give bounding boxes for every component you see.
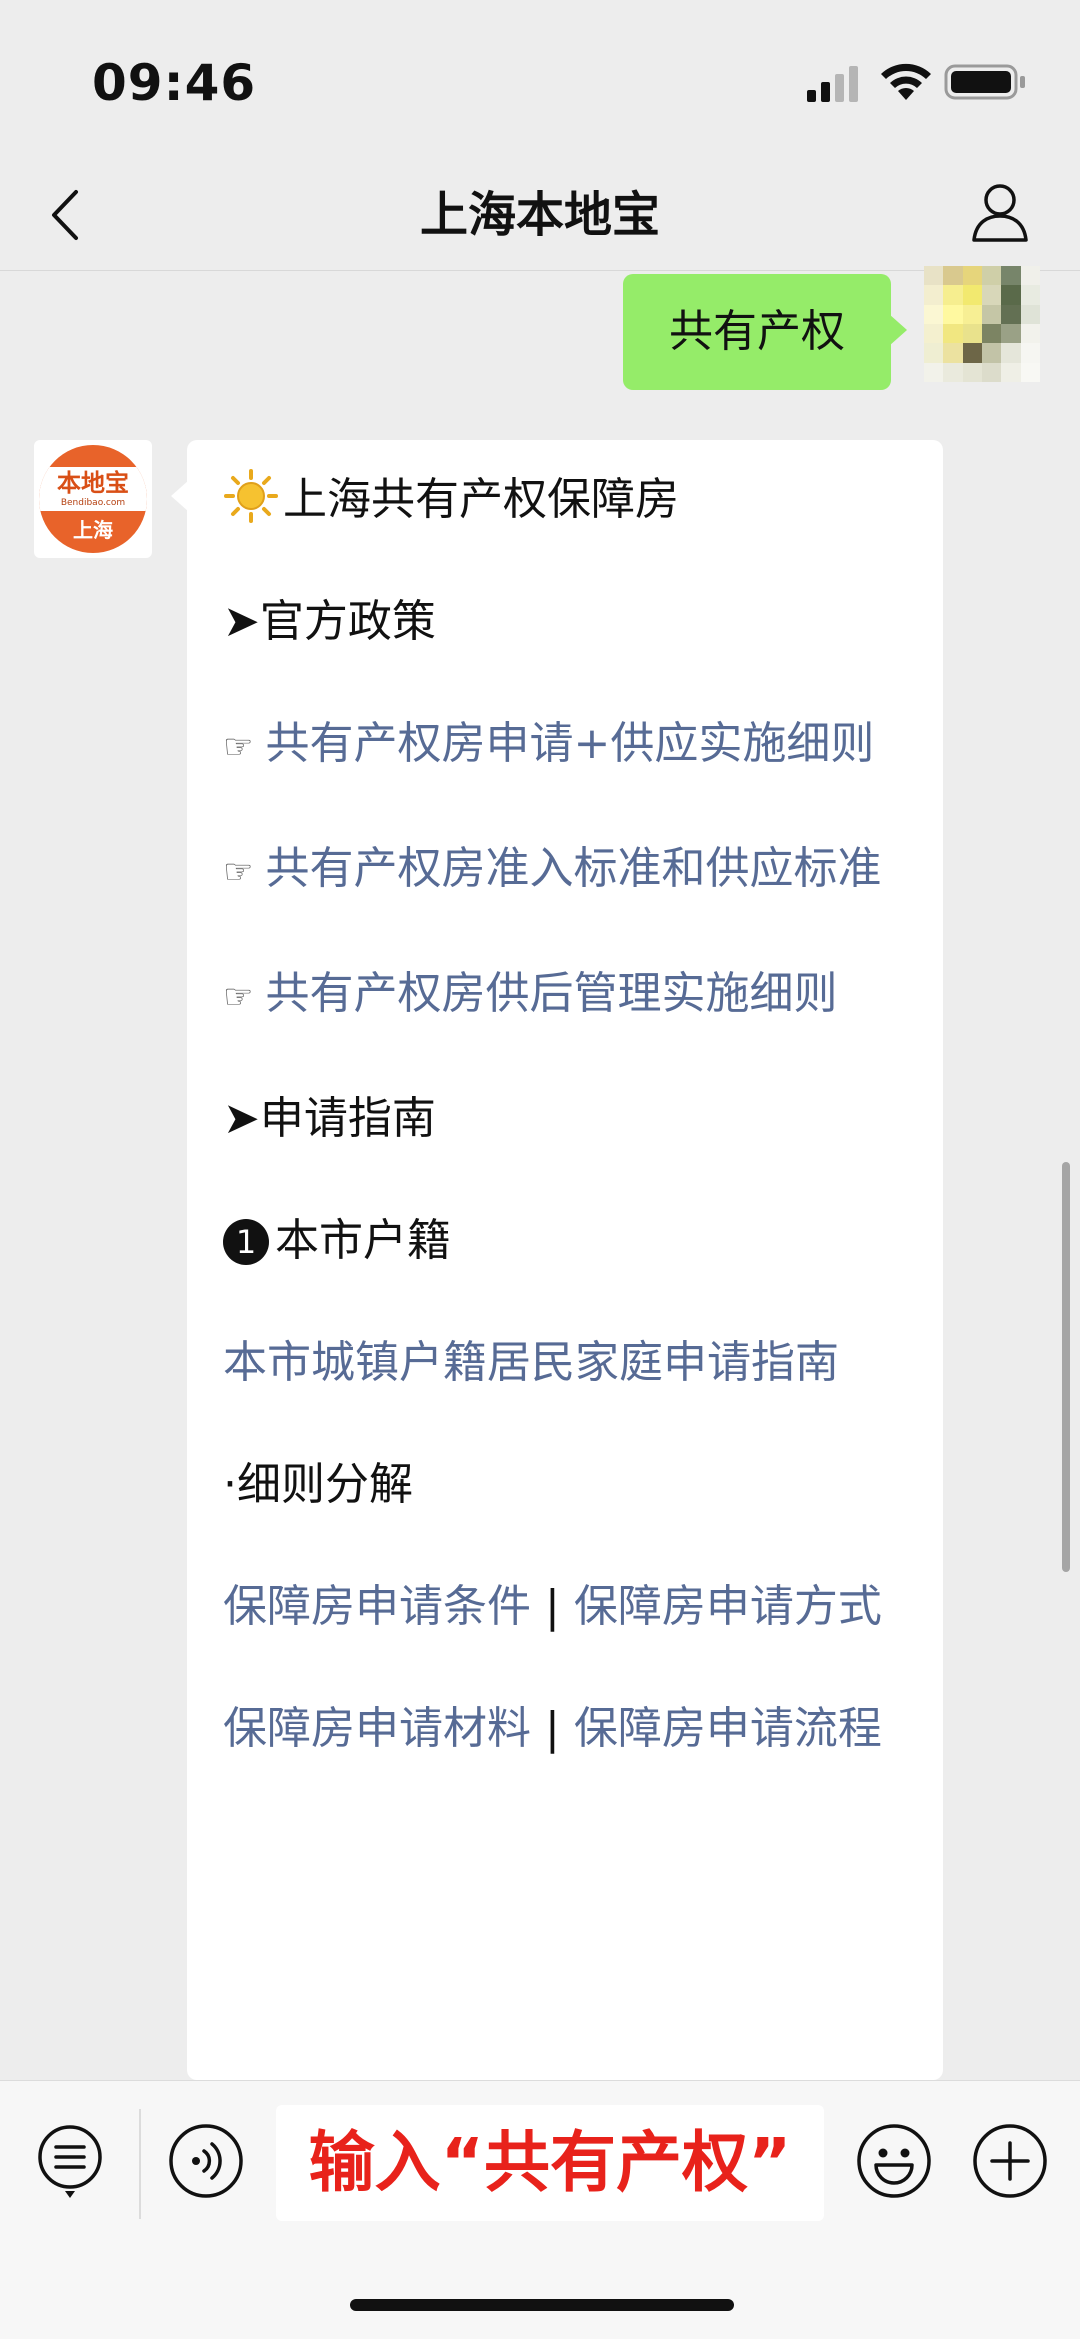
plus-icon[interactable] (972, 2123, 1048, 2199)
section-heading-policy: ➤官方政策 (223, 592, 913, 652)
link-text[interactable]: 本市城镇户籍居民家庭申请指南 (223, 1337, 839, 1388)
subheading-local-hukou: 1 本市户籍 (223, 1211, 913, 1271)
nav-bar: 上海本地宝 (0, 170, 1080, 271)
link-text[interactable]: 共有产权房申请+供应实施细则 (265, 718, 874, 769)
message-input[interactable] (276, 2105, 824, 2221)
link-text[interactable]: 共有产权房准入标准和供应标准 (265, 843, 881, 894)
links-row-2: 保障房申请材料 | 保障房申请流程 (223, 1699, 913, 1759)
status-bar: 09:46 (0, 0, 1080, 170)
subheading-text: 本市户籍 (275, 1215, 451, 1266)
sent-message-bubble[interactable]: 共有产权 (623, 274, 907, 390)
link-text[interactable]: 共有产权房供后管理实施细则 (265, 968, 837, 1019)
links-row-1: 保障房申请条件 | 保障房申请方式 (223, 1577, 913, 1637)
separator: | (545, 1581, 560, 1632)
separator: | (545, 1703, 560, 1754)
input-bar (0, 2080, 1080, 2339)
arrow-right-icon: ➤ (223, 596, 260, 647)
page-title: 上海本地宝 (419, 187, 660, 243)
brand-logo-city: 上海 (73, 518, 113, 542)
brand-logo-icon: 本地宝 Bendibao.com 上海 (39, 445, 147, 553)
profile-icon[interactable] (968, 178, 1032, 250)
pointing-hand-icon: ☞ (223, 727, 254, 767)
message-title-text: 上海共有产权保障房 (283, 474, 679, 525)
emoji-icon[interactable] (856, 2123, 932, 2199)
brand-logo-text: 本地宝 (57, 469, 129, 497)
policy-link-1[interactable]: ☞ 共有产权房申请+供应实施细则 (223, 714, 913, 777)
scroll-indicator[interactable] (1062, 1162, 1070, 1572)
brand-logo-url: Bendibao.com (60, 498, 126, 508)
section-heading-text: 官方政策 (259, 596, 436, 647)
menu-icon[interactable] (34, 2121, 106, 2201)
pointing-hand-icon: ☞ (223, 852, 254, 892)
section-heading-guide: ➤申请指南 (223, 1089, 913, 1149)
sun-icon (224, 469, 278, 523)
battery-icon (944, 64, 1025, 100)
message-title: 上海共有产权保障房 (223, 468, 913, 530)
signal-icon (807, 66, 858, 102)
status-time: 09:46 (92, 54, 257, 112)
home-indicator[interactable] (350, 2299, 734, 2311)
policy-link-2[interactable]: ☞ 共有产权房准入标准和供应标准 (223, 839, 913, 902)
link-materials[interactable]: 保障房申请材料 (223, 1703, 531, 1754)
input-bar-divider (139, 2109, 141, 2219)
arrow-right-icon: ➤ (223, 1093, 260, 1144)
user-avatar[interactable] (924, 266, 1040, 382)
bullet-dot-icon: · (223, 1459, 237, 1510)
link-method[interactable]: 保障房申请方式 (574, 1581, 882, 1632)
subheading-text: 细则分解 (237, 1459, 413, 1510)
received-message-bubble: 上海共有产权保障房 ➤官方政策 ☞ 共有产权房申请+供应实施细则 ☞ 共有产权房准入… (171, 440, 943, 2080)
link-conditions[interactable]: 保障房申请条件 (223, 1581, 531, 1632)
pointing-hand-icon: ☞ (223, 977, 254, 1017)
link-process[interactable]: 保障房申请流程 (574, 1703, 882, 1754)
guide-link[interactable]: 本市城镇户籍居民家庭申请指南 (223, 1333, 913, 1393)
voice-icon[interactable] (168, 2123, 244, 2199)
subheading-details: ·细则分解 (223, 1455, 913, 1515)
number-one-icon: 1 (223, 1219, 269, 1265)
policy-link-3[interactable]: ☞ 共有产权房供后管理实施细则 (223, 964, 913, 1027)
wifi-icon (881, 63, 931, 100)
section-heading-text: 申请指南 (259, 1093, 436, 1144)
brand-avatar[interactable]: 本地宝 Bendibao.com 上海 (34, 440, 152, 558)
